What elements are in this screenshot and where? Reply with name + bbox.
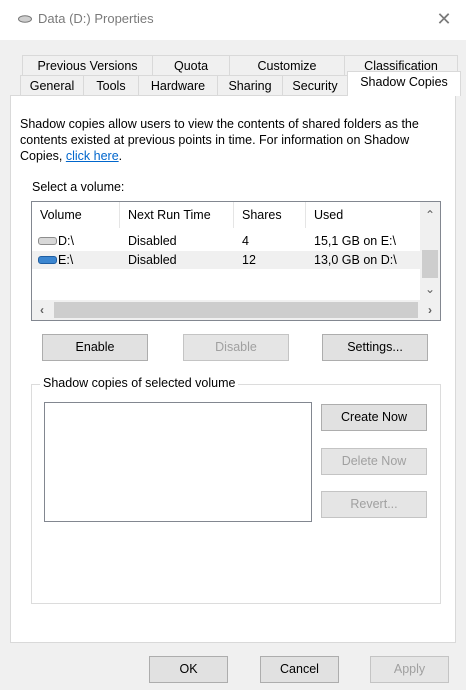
column-header-volume[interactable]: Volume xyxy=(32,202,120,228)
tab-shadow-copies[interactable]: Shadow Copies xyxy=(347,71,461,96)
table-row[interactable]: E:\ Disabled 12 13,0 GB on D:\ xyxy=(32,251,420,269)
tab-sharing[interactable]: Sharing xyxy=(217,75,283,95)
delete-now-button[interactable]: Delete Now xyxy=(321,448,427,475)
tab-security[interactable]: Security xyxy=(282,75,348,95)
drive-icon xyxy=(18,15,32,23)
vertical-scroll-thumb[interactable] xyxy=(422,250,438,278)
volume-list-header: Volume Next Run Time Shares Used xyxy=(32,202,420,228)
column-header-shares[interactable]: Shares xyxy=(234,202,306,228)
tab-hardware[interactable]: Hardware xyxy=(138,75,218,95)
window-title: Data (D:) Properties xyxy=(38,11,154,26)
apply-button[interactable]: Apply xyxy=(370,656,449,683)
drive-gray-icon xyxy=(38,236,57,245)
next-run-cell: Disabled xyxy=(128,253,177,267)
shares-cell: 4 xyxy=(242,234,249,248)
shadow-copies-group-label: Shadow copies of selected volume xyxy=(40,376,239,390)
drive-blue-icon xyxy=(38,255,57,264)
shadow-copies-list[interactable] xyxy=(44,402,312,522)
click-here-link[interactable]: click here xyxy=(66,149,119,163)
shares-cell: 12 xyxy=(242,253,256,267)
scroll-left-icon[interactable]: ‹ xyxy=(32,301,52,319)
scroll-down-icon[interactable]: ⌄ xyxy=(420,280,440,298)
horizontal-scroll-thumb[interactable] xyxy=(54,302,418,318)
tab-general[interactable]: General xyxy=(20,75,84,95)
tab-quota[interactable]: Quota xyxy=(152,55,230,75)
column-header-next-run-time[interactable]: Next Run Time xyxy=(120,202,234,228)
scroll-right-icon[interactable]: › xyxy=(420,301,440,319)
enable-button[interactable]: Enable xyxy=(42,334,148,361)
cancel-button[interactable]: Cancel xyxy=(260,656,339,683)
close-icon[interactable]: ✕ xyxy=(434,10,454,30)
disable-button[interactable]: Disable xyxy=(183,334,289,361)
used-cell: 13,0 GB on D:\ xyxy=(314,253,397,267)
volume-cell: D:\ xyxy=(38,232,120,250)
volume-cell: E:\ xyxy=(38,251,120,269)
description-end: . xyxy=(118,149,123,163)
column-header-used[interactable]: Used xyxy=(306,202,420,228)
revert-button[interactable]: Revert... xyxy=(321,491,427,518)
horizontal-scrollbar[interactable]: ‹ › xyxy=(32,300,440,320)
select-volume-label: Select a volume: xyxy=(32,180,125,194)
table-row[interactable]: D:\ Disabled 4 15,1 GB on E:\ xyxy=(32,232,420,250)
next-run-cell: Disabled xyxy=(128,234,177,248)
tab-previous-versions[interactable]: Previous Versions xyxy=(22,55,153,75)
scroll-up-icon[interactable]: ⌃ xyxy=(420,206,440,224)
tab-tools[interactable]: Tools xyxy=(83,75,139,95)
settings-button[interactable]: Settings... xyxy=(322,334,428,361)
vertical-scrollbar[interactable]: ⌃ ⌄ xyxy=(420,202,440,300)
used-cell: 15,1 GB on E:\ xyxy=(314,234,396,248)
title-bar: Data (D:) Properties ✕ xyxy=(0,0,466,40)
volume-list[interactable]: Volume Next Run Time Shares Used D:\ Dis… xyxy=(31,201,441,321)
description: Shadow copies allow users to view the co… xyxy=(20,116,450,164)
ok-button[interactable]: OK xyxy=(149,656,228,683)
create-now-button[interactable]: Create Now xyxy=(321,404,427,431)
tab-customize[interactable]: Customize xyxy=(229,55,345,75)
